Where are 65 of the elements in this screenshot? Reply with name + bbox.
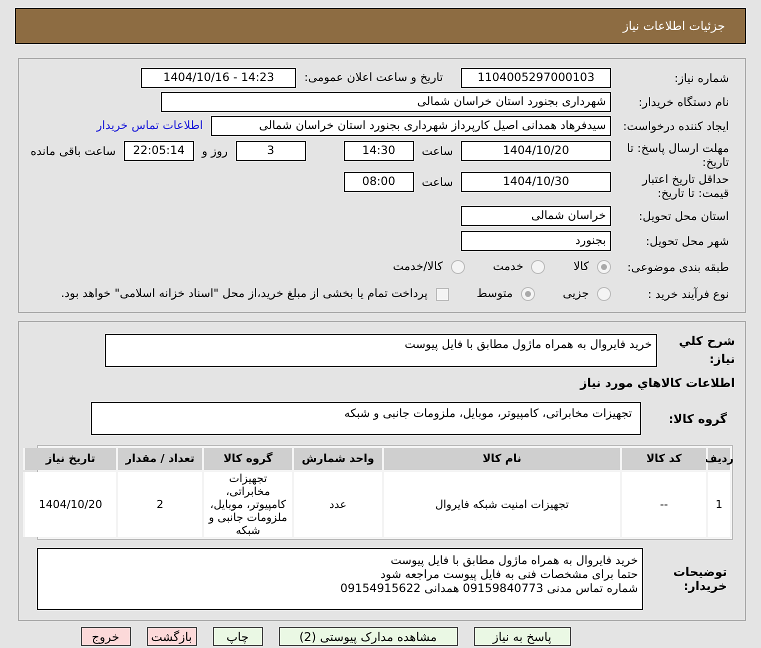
table-cell: تجهیزات مخابراتی، کامپیوتر، موبایل، ملزومات جانبی و شبکه <box>202 472 292 537</box>
action-button[interactable]: خروج <box>80 627 130 646</box>
treasury-checkbox[interactable] <box>436 288 449 300</box>
table-cell: عدد <box>292 472 382 537</box>
radio-button[interactable] <box>520 287 535 301</box>
column-header: گروه کالا <box>202 448 292 470</box>
action-button[interactable]: پاسخ به نیاز <box>474 627 570 646</box>
field-label: نوع فرآیند خرید : <box>646 287 729 301</box>
radio-label: متوسط <box>476 285 513 302</box>
contact-link[interactable]: اطلاعات تماس خریدار <box>96 116 203 134</box>
city-field[interactable]: بجنورد <box>461 231 611 251</box>
column-header: تاریخ نیاز <box>23 448 116 470</box>
section-title: اطلاعات کالاهاي مورد نياز <box>578 375 735 392</box>
column-header: تعداد / مقدار <box>116 448 202 470</box>
column-header: واحد شمارش <box>292 448 382 470</box>
radio-label: کالا <box>573 258 589 276</box>
remaining-label: ساعت باقی مانده <box>30 143 116 160</box>
remaining-time-field[interactable]: 22:05:14 <box>124 141 194 161</box>
field-label: نام دستگاه خریدار: <box>637 94 729 108</box>
column-header: نام کالا <box>382 448 620 470</box>
table-cell: تجهیزات امنیت شبکه فایروال <box>382 472 620 537</box>
radio-button[interactable] <box>597 287 611 301</box>
validity-date-field[interactable]: 1404/10/30 <box>461 172 611 192</box>
field-label: شماره نیاز: <box>673 70 729 84</box>
radio-label: خدمت <box>492 258 524 276</box>
table-cell: -- <box>620 472 706 537</box>
description-field[interactable]: خرید فایروال به همراه ماژول مطابق با فایل پیوست <box>105 334 657 366</box>
radio-label: کالا/خدمت <box>392 258 443 276</box>
reply-date-field[interactable]: 1404/10/20 <box>461 141 611 161</box>
table-cell: 2 <box>116 472 202 537</box>
time-label: ساعت <box>422 143 453 160</box>
announce-date-field[interactable]: 1404/10/16 - 14:23 <box>141 68 296 88</box>
buyer-field[interactable]: شهرداری بجنورد استان خراسان شمالی <box>161 92 611 112</box>
radio-button[interactable] <box>597 260 611 274</box>
days-label: روز و <box>202 143 228 160</box>
field-label: مهلت ارسال پاسخ: تا تاریخ: <box>626 141 729 169</box>
days-field[interactable]: 3 <box>236 141 306 161</box>
field-label: توضیحات خریدار: <box>672 565 728 593</box>
header-bar: جزئیات اطلاعات نیاز <box>15 8 746 44</box>
buyer-notes-field[interactable]: خرید فایروال به همراه ماژول مطابق با فایل پیوست حتما برای مشخصات فنی به فایل پیوست مراجعه شود شماره تماس مدنی 09159840773 همدانی 09154915622 <box>37 548 643 610</box>
field-label: شهر محل تحویل: <box>644 234 729 248</box>
field-label: حداقل تاریخ اعتبار قیمت: تا تاریخ: <box>640 172 729 200</box>
field-label: ایجاد کننده درخواست: <box>622 118 729 132</box>
time-label: ساعت <box>422 174 453 191</box>
column-header: کد کالا <box>620 448 706 470</box>
radio-button[interactable] <box>450 260 465 274</box>
action-button[interactable]: مشاهده مدارک پیوستی (2) <box>278 627 458 646</box>
field-label: استان محل تحویل: <box>638 209 729 223</box>
table-cell: 1404/10/20 <box>23 472 116 537</box>
treasury-label: پرداخت تمام یا بخشی از مبلغ خرید،از محل "اسناد خزانه اسلامی" خواهد بود. <box>60 285 428 302</box>
goods-group-field[interactable]: تجهیزات مخابراتی، کامپیوتر، موبایل، ملزومات جانبی و شبکه <box>91 402 641 435</box>
validity-time-field[interactable]: 08:00 <box>344 172 414 192</box>
need-number-field[interactable]: 1104005297000103 <box>461 68 611 88</box>
radio-button[interactable] <box>531 260 546 274</box>
field-label: گروه کالا: <box>668 410 728 428</box>
table-cell: 1 <box>706 472 730 537</box>
reply-time-field[interactable]: 14:30 <box>344 141 414 161</box>
action-button[interactable]: بازگشت <box>146 627 196 646</box>
action-button[interactable]: چاپ <box>212 627 262 646</box>
field-label: تاریخ و ساعت اعلان عمومی: <box>304 68 443 86</box>
field-label: شرح کلي نياز: <box>678 333 735 368</box>
requester-field[interactable]: سیدفرهاد همدانی اصیل کارپرداز شهرداری بجنورد استان خراسان شمالی <box>211 116 611 136</box>
field-label: طبقه بندی موضوعی: <box>626 260 729 274</box>
radio-label: جزیی <box>562 285 589 302</box>
province-field[interactable]: خراسان شمالی <box>461 206 611 226</box>
